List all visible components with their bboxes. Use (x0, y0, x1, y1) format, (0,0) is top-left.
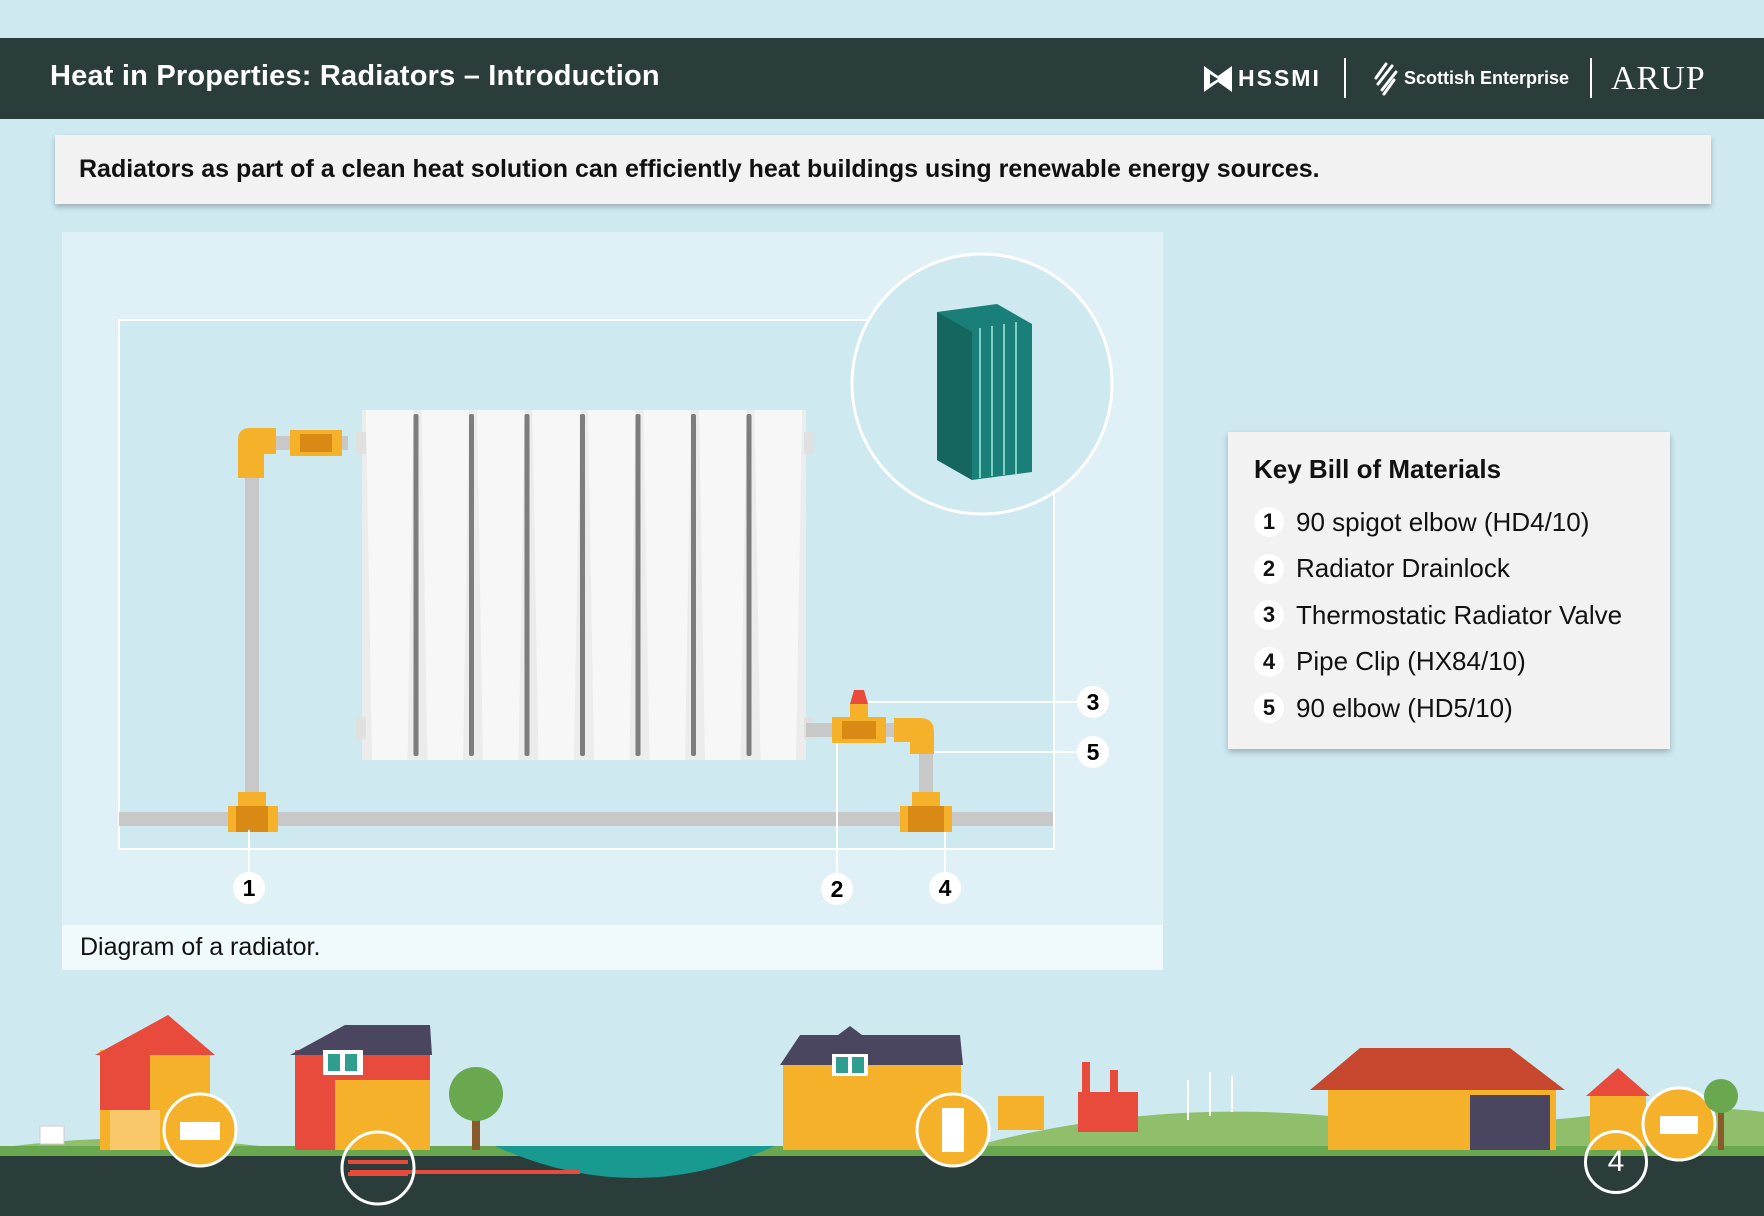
scottish-enterprise-logo-icon (1374, 62, 1398, 95)
callout-1: 1 (233, 872, 265, 904)
intro-banner: Radiators as part of a clean heat soluti… (55, 135, 1711, 204)
scottish-enterprise-logo: Scottish Enterprise (1372, 38, 1569, 119)
svg-text:1: 1 (243, 875, 256, 901)
radiator-fin-groove (691, 414, 696, 756)
radiator-fin-detail-icon (937, 304, 1032, 480)
radiator-fin-groove (469, 414, 474, 756)
radiator-fin-groove (413, 414, 419, 756)
bom-item-label: Radiator Drainlock (1296, 553, 1510, 584)
left-riser-pipe (245, 442, 259, 822)
bom-item: 4 Pipe Clip (HX84/10) (1254, 639, 1670, 686)
diagram-caption-text: Diagram of a radiator. (80, 933, 321, 961)
page-title: Heat in Properties: Radiators – Introduc… (50, 60, 660, 92)
radiator-fin (588, 410, 636, 760)
callout-4: 4 (929, 872, 961, 904)
arup-logo: ARUP (1611, 59, 1706, 97)
bom-item-label: Pipe Clip (HX84/10) (1296, 646, 1526, 677)
bill-of-materials-panel: Key Bill of Materials 1 90 spigot elbow … (1228, 432, 1670, 749)
radiator-fin-groove (524, 414, 530, 756)
bom-item-label: 90 elbow (HD5/10) (1296, 692, 1513, 723)
bom-item-number: 2 (1254, 553, 1284, 584)
svg-text:5: 5 (1087, 739, 1100, 765)
bom-item-number: 4 (1254, 646, 1284, 677)
radiator-diagram-panel: 1 2 3 4 5 Diagram of a radiator. (62, 232, 1163, 970)
callout-2: 2 (821, 873, 853, 905)
bom-item-number: 5 (1254, 693, 1284, 724)
svg-text:4: 4 (939, 875, 952, 901)
radiator-diagram: 1 2 3 4 5 (118, 252, 1114, 905)
radiator-fin (477, 410, 525, 760)
radiator-fin (421, 410, 469, 760)
page-number: 4 (1584, 1130, 1648, 1194)
tree-icon (449, 1067, 503, 1150)
radiator-fin (699, 410, 747, 760)
svg-text:2: 2 (831, 876, 844, 902)
bom-title: Key Bill of Materials (1254, 454, 1502, 484)
bom-item: 1 90 spigot elbow (HD4/10) (1254, 499, 1670, 546)
bom-item-number: 1 (1254, 507, 1284, 538)
diagram-caption: Diagram of a radiator. (62, 925, 1163, 970)
bom-item: 3 Thermostatic Radiator Valve (1254, 592, 1670, 639)
bom-item: 5 90 elbow (HD5/10) (1254, 685, 1670, 732)
scottish-enterprise-logo-text: Scottish Enterprise (1404, 68, 1570, 88)
barn-illustration (1310, 1048, 1565, 1150)
logo-divider (1590, 58, 1592, 98)
hssmi-logo-text: HSSMI (1238, 65, 1321, 91)
bom-item: 2 Radiator Drainlock (1254, 546, 1670, 593)
svg-text:3: 3 (1087, 689, 1100, 715)
landscape-illustration (0, 1015, 1764, 1216)
bom-item-label: Thermostatic Radiator Valve (1296, 599, 1623, 630)
radiator-fin (366, 410, 414, 760)
callout-5: 5 (1077, 736, 1109, 768)
radiator-fin (532, 410, 580, 760)
radiator-fin (754, 410, 802, 760)
header-bar: Heat in Properties: Radiators – Introduc… (0, 38, 1764, 119)
bom-item-number: 3 (1254, 600, 1284, 631)
logo-divider (1344, 58, 1346, 98)
intro-banner-text: Radiators as part of a clean heat soluti… (79, 155, 1320, 183)
radiator-fin-groove (635, 414, 641, 756)
callout-3: 3 (1077, 686, 1109, 718)
hssmi-logo: HSSMI (1204, 38, 1321, 119)
radiator-fin (643, 410, 691, 760)
hssmi-logo-icon (1204, 65, 1232, 92)
bom-item-label: 90 spigot elbow (HD4/10) (1296, 506, 1590, 537)
radiator-fin-groove (746, 414, 752, 756)
radiator-fin-groove (580, 414, 585, 756)
house-3-illustration (780, 1026, 991, 1168)
radiator-body (356, 410, 814, 760)
factory-icon (998, 1062, 1138, 1132)
